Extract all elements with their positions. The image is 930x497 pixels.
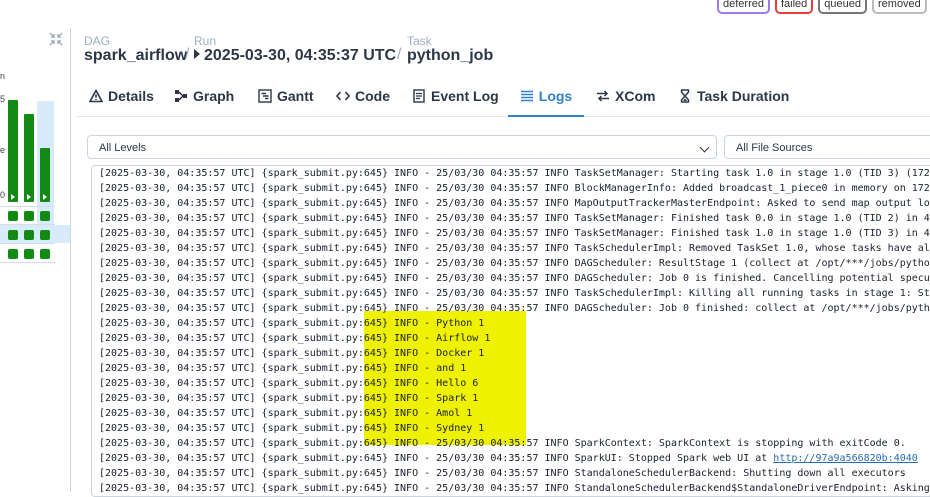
log-level-select[interactable]: All Levels	[87, 135, 717, 159]
status-legend: deferred failed queued removed	[717, 0, 927, 14]
axis-label: 5	[0, 94, 6, 104]
tab-details[interactable]: Details	[89, 76, 154, 116]
log-output[interactable]: [2025-03-30, 04:35:57 UTC] {spark_submit…	[91, 165, 930, 497]
log-line: [2025-03-30, 04:35:57 UTC] {spark_submit…	[99, 213, 930, 224]
tab-label: XCom	[615, 88, 656, 104]
xcom-icon	[597, 90, 609, 102]
event-log-icon	[413, 89, 425, 103]
log-line: [2025-03-30, 04:35:57 UTC] {spark_submit…	[99, 348, 485, 359]
breadcrumb-run[interactable]: Run 2025-03-30, 04:35:37 UTC	[194, 34, 396, 65]
log-line: [2025-03-30, 04:35:57 UTC] {spark_submit…	[99, 408, 473, 419]
log-line: [2025-03-30, 04:35:57 UTC] {spark_submit…	[99, 363, 467, 374]
task-instance-cell[interactable]	[8, 249, 18, 259]
breadcrumb-separator: /	[397, 46, 402, 63]
task-instance-cell[interactable]	[24, 249, 34, 259]
tab-label: Event Log	[431, 88, 499, 104]
task-tabs: Details Graph Gantt Code Event Log Logs …	[76, 76, 930, 117]
tab-graph[interactable]: Graph	[174, 76, 234, 116]
divider	[0, 224, 55, 225]
axis-label: n	[0, 71, 6, 81]
log-line: [2025-03-30, 04:35:57 UTC] {spark_submit…	[99, 468, 906, 479]
breadcrumb-dag-key: DAG	[84, 34, 111, 48]
breadcrumb-dag[interactable]: DAG spark_airflow	[84, 34, 187, 65]
run-duration-bar[interactable]	[40, 148, 50, 202]
breadcrumb-separator: /	[185, 46, 190, 63]
tab-label: Graph	[193, 88, 235, 104]
run-duration-bar[interactable]	[8, 100, 18, 202]
tab-label: Task Duration	[697, 88, 790, 104]
gantt-icon	[258, 89, 272, 103]
logs-icon	[520, 90, 533, 101]
tab-code[interactable]: Code	[336, 76, 390, 116]
tab-label: Logs	[538, 87, 573, 104]
log-line: [2025-03-30, 04:35:57 UTC] {spark_submit…	[99, 183, 930, 194]
log-line: [2025-03-30, 04:35:57 UTC] {spark_submit…	[99, 483, 930, 494]
run-duration-bar[interactable]	[24, 114, 34, 202]
tab-gantt[interactable]: Gantt	[258, 76, 314, 116]
divider	[0, 243, 55, 244]
spark-ui-link[interactable]: http://97a9a566820b:4040	[773, 453, 918, 464]
legend-queued[interactable]: queued	[818, 0, 867, 14]
legend-deferred[interactable]: deferred	[717, 0, 770, 14]
breadcrumb-dag-value: spark_airflow	[84, 47, 188, 64]
breadcrumb-task-value: python_job	[407, 47, 494, 64]
graph-icon	[175, 90, 187, 102]
tab-task-duration[interactable]: Task Duration	[678, 76, 789, 116]
log-line: [2025-03-30, 04:35:57 UTC] {spark_submit…	[99, 243, 930, 254]
breadcrumb-task[interactable]: Task python_job	[407, 34, 493, 65]
tab-label: Code	[355, 88, 390, 104]
log-line: [2025-03-30, 04:35:57 UTC] {spark_submit…	[99, 288, 930, 299]
chevron-down-icon	[699, 142, 710, 153]
dag-grid-panel: n 5 e 0	[0, 28, 71, 492]
log-line: [2025-03-30, 04:35:57 UTC] {spark_submit…	[99, 378, 479, 389]
log-line: [2025-03-30, 04:35:57 UTC] {spark_submit…	[99, 168, 930, 179]
task-instance-cell[interactable]	[40, 230, 50, 240]
file-source-select[interactable]: All File Sources	[724, 135, 930, 159]
task-instance-cell[interactable]	[8, 211, 18, 221]
legend-removed[interactable]: removed	[872, 0, 927, 14]
log-line: [2025-03-30, 04:35:57 UTC] {spark_submit…	[99, 318, 485, 329]
task-instance-cell[interactable]	[24, 230, 34, 240]
alert-triangle-icon	[89, 89, 103, 103]
log-line: [2025-03-30, 04:35:57 UTC] {spark_submit…	[99, 303, 930, 314]
log-line: [2025-03-30, 04:35:57 UTC] {spark_submit…	[99, 258, 930, 269]
tab-label: Details	[108, 88, 154, 104]
divider	[0, 262, 55, 263]
task-instance-cell[interactable]	[40, 211, 50, 221]
log-level-value: All Levels	[99, 142, 147, 154]
breadcrumb-task-key: Task	[407, 34, 432, 48]
tab-xcom[interactable]: XCom	[596, 76, 655, 116]
log-line: [2025-03-30, 04:35:57 UTC] {spark_submit…	[99, 453, 918, 464]
log-line: [2025-03-30, 04:35:57 UTC] {spark_submit…	[99, 273, 930, 284]
log-line: [2025-03-30, 04:35:57 UTC] {spark_submit…	[99, 393, 479, 404]
file-source-value: All File Sources	[736, 142, 813, 154]
breadcrumb-run-key: Run	[194, 34, 217, 48]
legend-failed[interactable]: failed	[774, 0, 814, 14]
task-instance-cell[interactable]	[40, 249, 50, 259]
play-icon	[194, 49, 200, 59]
task-instance-cell[interactable]	[8, 230, 18, 240]
hourglass-icon	[680, 89, 690, 103]
log-line: [2025-03-30, 04:35:57 UTC] {spark_submit…	[99, 333, 491, 344]
collapse-icon[interactable]	[49, 32, 63, 46]
code-icon	[336, 91, 350, 101]
divider	[0, 206, 55, 207]
tab-event-log[interactable]: Event Log	[412, 76, 499, 116]
log-line: [2025-03-30, 04:35:57 UTC] {spark_submit…	[99, 228, 930, 239]
breadcrumb-run-value: 2025-03-30, 04:35:37 UTC	[194, 47, 396, 65]
log-lines: [2025-03-30, 04:35:57 UTC] {spark_submit…	[99, 166, 930, 496]
log-line: [2025-03-30, 04:35:57 UTC] {spark_submit…	[99, 198, 930, 209]
axis-label: 0	[0, 190, 6, 200]
axis-label: e	[0, 145, 6, 155]
task-instance-cell[interactable]	[24, 211, 34, 221]
tab-label: Gantt	[277, 88, 314, 104]
log-line: [2025-03-30, 04:35:57 UTC] {spark_submit…	[99, 423, 485, 434]
tab-logs[interactable]: Logs	[508, 76, 584, 117]
log-line: [2025-03-30, 04:35:57 UTC] {spark_submit…	[99, 438, 906, 449]
